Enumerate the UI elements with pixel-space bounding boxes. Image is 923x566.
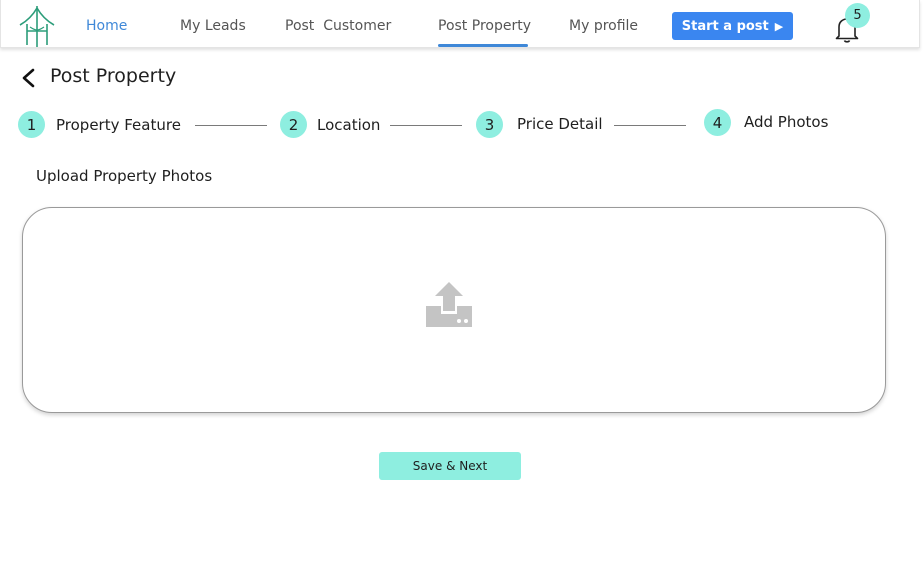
save-and-next-button[interactable]: Save & Next xyxy=(379,452,521,480)
step-2-number[interactable]: 2 xyxy=(280,111,307,138)
nav-my-leads[interactable]: My Leads xyxy=(180,18,246,34)
step-connector xyxy=(195,125,267,126)
step-connector xyxy=(390,125,462,126)
start-a-post-label: Start a post xyxy=(681,18,769,34)
start-a-post-button[interactable]: Start a post ▶ xyxy=(672,12,793,40)
step-2-label[interactable]: Location xyxy=(317,116,380,134)
nav-home[interactable]: Home xyxy=(86,18,127,34)
step-3-label[interactable]: Price Detail xyxy=(517,115,603,133)
step-4-number[interactable]: 4 xyxy=(704,109,731,136)
notification-count-badge: 5 xyxy=(845,3,870,28)
upload-section-label: Upload Property Photos xyxy=(36,167,213,185)
chevron-left-icon[interactable] xyxy=(20,68,38,88)
step-1-number[interactable]: 1 xyxy=(18,111,45,138)
house-logo-icon[interactable] xyxy=(18,5,56,49)
nav-post-property[interactable]: Post Property xyxy=(438,18,531,34)
photo-upload-dropzone[interactable] xyxy=(22,207,886,413)
step-4-label[interactable]: Add Photos xyxy=(744,113,828,131)
play-triangle-icon: ▶ xyxy=(774,19,784,33)
step-1-label[interactable]: Property Feature xyxy=(56,116,181,134)
step-connector xyxy=(614,125,686,126)
step-3-number[interactable]: 3 xyxy=(476,111,503,138)
page-title: Post Property xyxy=(50,65,177,87)
nav-my-profile[interactable]: My profile xyxy=(569,18,638,34)
active-tab-indicator xyxy=(438,44,528,47)
nav-post-customer[interactable]: Post Customer xyxy=(285,18,391,34)
